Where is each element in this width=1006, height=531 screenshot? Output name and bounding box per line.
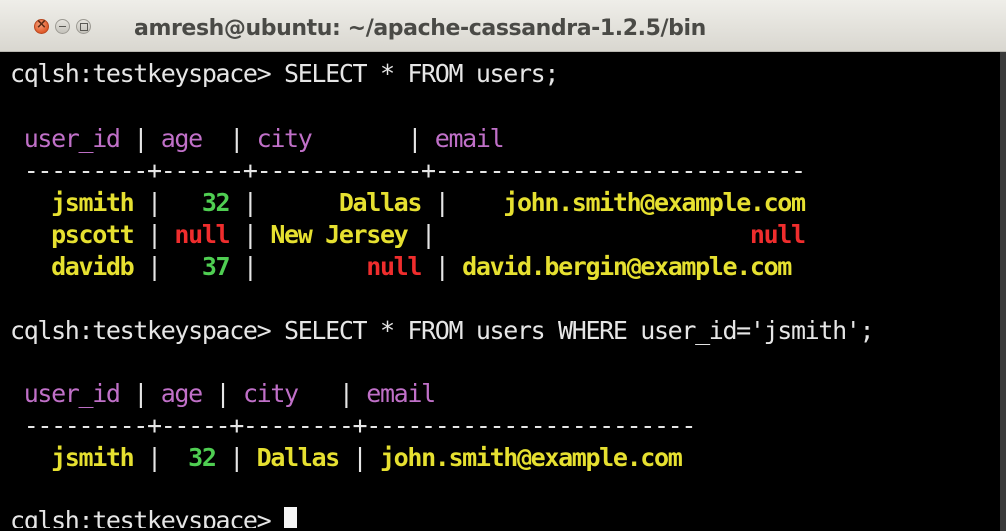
command-line: cqlsh:testkeyspace> SELECT * FROM users … [10, 315, 875, 347]
command-line: cqlsh:testkeyspace> SELECT * FROM users; [10, 58, 559, 90]
cell-user-id: davidb [10, 252, 135, 281]
prompt: cqlsh:testkeyspace> [10, 506, 285, 528]
window-title: amresh@ubuntu: ~/apache-cassandra-1.2.5/… [134, 16, 706, 41]
column-header-email: email [434, 124, 505, 153]
cell-city: New Jersey [256, 220, 408, 249]
cell-email: null [434, 220, 806, 249]
cell-email: david.bergin@example.com [448, 252, 792, 281]
cell-email: john.smith@example.com [366, 443, 683, 472]
cell-city: null [256, 252, 422, 281]
cell-user-id: jsmith [10, 188, 135, 217]
prompt: cqlsh:testkeyspace> [10, 59, 285, 88]
table-row: pscott | null | New Jersey | null [10, 220, 806, 249]
table-row: jsmith | 32 | Dallas | john.smith@exampl… [10, 443, 683, 472]
column-header-user-id: user_id [10, 124, 121, 153]
command-text: SELECT * FROM users WHERE user_id='jsmit… [284, 316, 875, 345]
column-header-city: city [256, 124, 313, 153]
table-row: davidb | 37 | null | david.bergin@exampl… [10, 252, 792, 281]
column-header-user-id: user_id [10, 379, 121, 408]
cell-user-id: pscott [10, 220, 135, 249]
cell-age: null [160, 220, 230, 249]
cell-age: 37 [160, 252, 231, 281]
command-text: SELECT * FROM users; [284, 59, 559, 88]
cell-age: 32 [160, 443, 217, 472]
column-header-email: email [366, 379, 436, 408]
text-cursor [284, 507, 298, 528]
table-header-row: user_id | age | city | email [10, 379, 436, 408]
cell-email: john.smith@example.com [448, 188, 806, 217]
cell-city: Dallas [256, 188, 423, 217]
cell-user-id: jsmith [10, 443, 135, 472]
scrollbar[interactable] [1000, 52, 1006, 531]
table-separator: ---------+------+------------+----------… [10, 156, 806, 185]
title-bar[interactable]: amresh@ubuntu: ~/apache-cassandra-1.2.5/… [0, 0, 1006, 52]
cell-age: 32 [160, 188, 231, 217]
close-icon[interactable] [34, 17, 49, 34]
table-separator: ---------+-----+--------+---------------… [10, 411, 697, 440]
maximize-icon[interactable] [76, 19, 91, 34]
minimize-icon[interactable] [55, 19, 70, 34]
table-header-row: user_id | age | city | email [10, 124, 505, 153]
cell-city: Dallas [242, 443, 341, 472]
terminal-output[interactable]: cqlsh:testkeyspace> SELECT * FROM users;… [10, 58, 1006, 528]
column-header-age: age [160, 124, 203, 153]
command-line[interactable]: cqlsh:testkeyspace> [10, 505, 298, 528]
column-header-city: city [242, 379, 299, 408]
prompt: cqlsh:testkeyspace> [10, 316, 285, 345]
column-header-age: age [160, 379, 203, 408]
terminal-window: amresh@ubuntu: ~/apache-cassandra-1.2.5/… [0, 0, 1006, 531]
table-row: jsmith | 32 | Dallas | john.smith@exampl… [10, 188, 806, 217]
